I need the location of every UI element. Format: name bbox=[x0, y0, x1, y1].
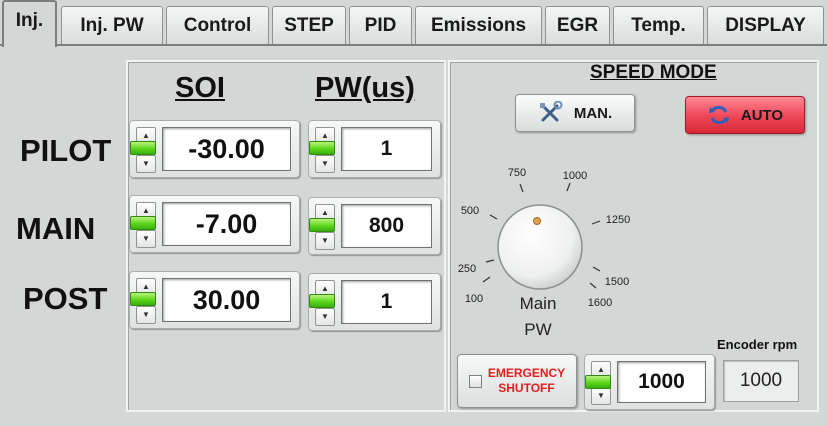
knob-tick-mark bbox=[482, 276, 491, 283]
knob-label-750: 750 bbox=[508, 167, 526, 179]
knob-tick-mark bbox=[489, 214, 498, 220]
post-pw-decrement-button[interactable]: ▼ bbox=[315, 308, 335, 326]
post-pw-field[interactable]: 1 bbox=[341, 280, 432, 324]
pilot-pw-control: ▲ ▼ 1 bbox=[308, 120, 441, 178]
emergency-shutoff-button[interactable]: EMERGENCY SHUTOFF bbox=[457, 354, 577, 408]
post-soi-field[interactable]: 30.00 bbox=[162, 278, 291, 322]
speed-mode-title: SPEED MODE bbox=[590, 62, 717, 83]
tab-egr[interactable]: EGR bbox=[545, 6, 610, 44]
rpm-setpoint-field[interactable]: 1000 bbox=[617, 361, 706, 403]
pw-header: PW(us) bbox=[315, 72, 415, 104]
knob-label-250: 250 bbox=[458, 263, 476, 275]
main-pw-field[interactable]: 800 bbox=[341, 204, 432, 248]
knob-title: Main PW bbox=[506, 291, 570, 343]
main-soi-led bbox=[130, 216, 156, 230]
main-soi-field[interactable]: -7.00 bbox=[162, 202, 291, 246]
tab-temp[interactable]: Temp. bbox=[613, 6, 704, 44]
pilot-pw-led bbox=[309, 141, 335, 155]
emergency-label: EMERGENCY SHUTOFF bbox=[488, 366, 565, 396]
pilot-soi-decrement-button[interactable]: ▼ bbox=[136, 155, 156, 173]
knob-label-1000: 1000 bbox=[563, 170, 587, 182]
knob-label-100: 100 bbox=[465, 293, 483, 305]
rpm-decrement-button[interactable]: ▼ bbox=[591, 387, 611, 405]
emergency-label-line1: EMERGENCY bbox=[487, 366, 566, 380]
refresh-icon bbox=[708, 105, 729, 125]
knob-title-line2: PW bbox=[524, 320, 552, 339]
tab-inj[interactable]: Inj. bbox=[2, 0, 57, 47]
pilot-soi-field[interactable]: -30.00 bbox=[162, 127, 291, 171]
tab-display[interactable]: DISPLAY bbox=[707, 6, 824, 44]
tab-emissions[interactable]: Emissions bbox=[415, 6, 542, 44]
knob-label-500: 500 bbox=[461, 205, 479, 217]
knob-tick-mark bbox=[485, 259, 495, 263]
knob-label-1250: 1250 bbox=[606, 214, 630, 226]
knob-tick-mark bbox=[591, 220, 601, 225]
main-pw-decrement-button[interactable]: ▼ bbox=[315, 232, 335, 250]
main-pw-led bbox=[309, 218, 335, 232]
knob-tick-mark bbox=[519, 183, 524, 193]
main-soi-decrement-button[interactable]: ▼ bbox=[136, 230, 156, 248]
tab-pid[interactable]: PID bbox=[349, 6, 412, 44]
manual-mode-button[interactable]: MAN. bbox=[515, 94, 635, 132]
row-label-pilot: PILOT bbox=[20, 133, 112, 168]
pilot-soi-control: ▲ ▼ -30.00 bbox=[129, 120, 300, 178]
post-soi-led bbox=[130, 292, 156, 306]
auto-mode-label: AUTO bbox=[740, 106, 784, 124]
soi-header: SOI bbox=[175, 72, 225, 104]
post-soi-control: ▲ ▼ 30.00 bbox=[129, 271, 300, 329]
post-soi-decrement-button[interactable]: ▼ bbox=[136, 306, 156, 324]
post-pw-led bbox=[309, 294, 335, 308]
tab-control[interactable]: Control bbox=[166, 6, 269, 44]
manual-mode-label: MAN. bbox=[573, 104, 613, 122]
row-label-post: POST bbox=[23, 281, 108, 316]
row-label-main: MAIN bbox=[16, 211, 96, 246]
encoder-rpm-label: Encoder rpm bbox=[717, 337, 798, 352]
pilot-pw-field[interactable]: 1 bbox=[341, 127, 432, 171]
knob-label-1500: 1500 bbox=[605, 276, 629, 288]
main-pw-control: ▲ ▼ 800 bbox=[308, 197, 441, 255]
emergency-label-line2: SHUTOFF bbox=[498, 381, 555, 395]
knob-tick-mark bbox=[589, 282, 597, 289]
main-soi-control: ▲ ▼ -7.00 bbox=[129, 195, 300, 253]
pilot-soi-led bbox=[130, 141, 156, 155]
knob-title-line1: Main bbox=[519, 294, 557, 313]
knob-tick-mark bbox=[592, 266, 601, 272]
emergency-checkbox[interactable] bbox=[468, 374, 482, 388]
knob-tick-mark bbox=[566, 182, 571, 192]
knob-dial bbox=[497, 204, 583, 290]
rpm-setpoint-led bbox=[585, 375, 611, 389]
knob-indicator bbox=[533, 217, 541, 225]
knob-label-1600: 1600 bbox=[588, 297, 612, 309]
auto-mode-button[interactable]: AUTO bbox=[685, 96, 805, 134]
pilot-pw-decrement-button[interactable]: ▼ bbox=[315, 155, 335, 173]
tab-bar: Inj. Inj. PW Control STEP PID Emissions … bbox=[0, 0, 827, 47]
tab-inj-pw[interactable]: Inj. PW bbox=[61, 6, 163, 44]
rpm-setpoint-control: ▲ ▼ 1000 bbox=[584, 354, 715, 410]
post-pw-control: ▲ ▼ 1 bbox=[308, 273, 441, 331]
tools-icon bbox=[539, 101, 563, 122]
encoder-rpm-display: 1000 bbox=[723, 360, 799, 402]
tab-step[interactable]: STEP bbox=[272, 6, 346, 44]
tab-underline bbox=[0, 44, 827, 46]
main-pw-knob[interactable]: 100 250 500 750 1000 1250 1500 1600 bbox=[450, 160, 650, 310]
